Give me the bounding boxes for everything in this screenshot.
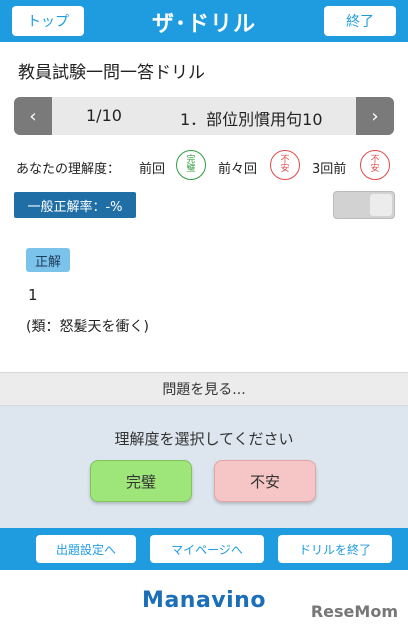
understanding-history: あなたの理解度： 前回 完璧 前々回 不安 3回前 不安 (16, 150, 396, 184)
mypage-button[interactable]: マイページへ (150, 535, 264, 563)
history-label-three-ago: 3回前 (312, 162, 347, 177)
answer-note: (類：怒髪天を衝く) (26, 319, 149, 335)
perfect-button[interactable]: 完璧 (90, 460, 192, 502)
stamp-unsure-icon: 不安 (270, 150, 300, 180)
top-bar: トップ ザ･ドリル 終了 (0, 0, 408, 42)
footer: Manavino ReseMom (0, 570, 408, 640)
stamp-unsure-icon: 不安 (360, 150, 390, 180)
question-navigator: ‹ 1/10 1．部位別慣用句10 › (14, 97, 394, 135)
question-counter: 1/10 (86, 106, 122, 125)
end-drill-button[interactable]: ドリルを終了 (278, 535, 392, 563)
resemom-watermark: ReseMom (310, 602, 398, 621)
display-toggle[interactable] (333, 191, 395, 219)
bottom-bar: 出題設定へ マイページへ ドリルを終了 (0, 528, 408, 570)
understanding-label: あなたの理解度： (16, 162, 121, 177)
drill-name: 1．部位別慣用句10 (180, 110, 323, 129)
show-question-button[interactable]: 問題を見る... (0, 372, 408, 406)
correct-answer-badge: 正解 (26, 248, 70, 272)
quiz-title: 教員試験一問一答ドリル (18, 63, 205, 83)
end-button[interactable]: 終了 (324, 6, 396, 36)
question-settings-button[interactable]: 出題設定へ (36, 535, 136, 563)
history-label-last: 前回 (139, 162, 166, 177)
unsure-button[interactable]: 不安 (214, 460, 316, 502)
answer-text: 1 (28, 286, 38, 304)
toggle-knob (370, 194, 392, 216)
select-prompt: 理解度を選択してください (114, 430, 294, 448)
history-label-previous: 前々回 (218, 162, 258, 177)
understanding-select-panel: 理解度を選択してください 完璧 不安 (0, 406, 408, 528)
general-accuracy-badge: 一般正解率：-% (14, 192, 136, 218)
stamp-perfect-icon: 完璧 (176, 150, 206, 180)
chevron-left-icon[interactable]: ‹ (14, 97, 52, 135)
chevron-right-icon[interactable]: › (356, 97, 394, 135)
